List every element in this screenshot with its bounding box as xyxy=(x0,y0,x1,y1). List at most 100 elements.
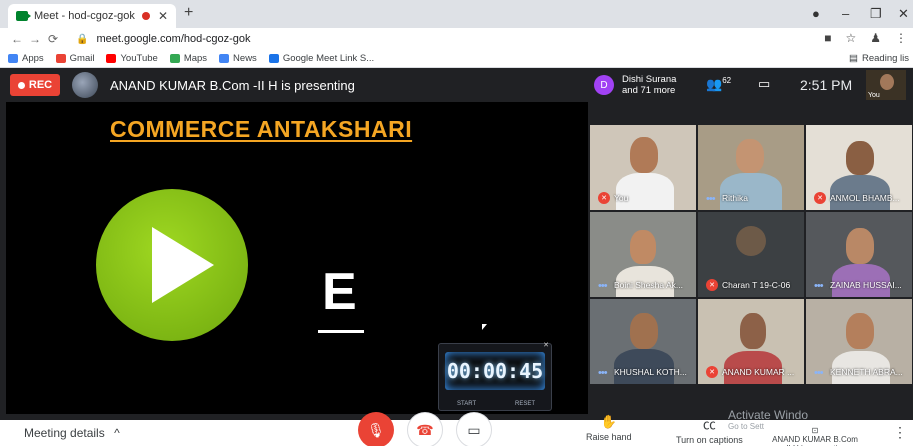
more-options-icon[interactable]: ⋮ xyxy=(893,424,907,441)
presenter-text: ANAND KUMAR B.Com -II H is presenting xyxy=(110,77,355,93)
bookmark-youtube[interactable]: YouTube xyxy=(106,53,158,64)
leave-call-button[interactable]: ☎ xyxy=(407,412,443,446)
minimize-icon[interactable]: – xyxy=(842,6,849,21)
slide-letter: E xyxy=(322,263,357,321)
participant-name: KHUSHAL KOTH... xyxy=(614,367,687,377)
chat-button[interactable]: ▭ xyxy=(758,76,770,92)
camera-permission-icon[interactable]: ■ xyxy=(824,31,831,45)
timer-reset-button[interactable]: RESET xyxy=(515,401,535,407)
participant-name: ANMOL BHAMB... xyxy=(830,193,900,203)
letter-underline xyxy=(318,330,364,333)
back-icon[interactable]: ← xyxy=(8,32,26,46)
menu-kebab-icon[interactable]: ⋮ xyxy=(895,31,907,45)
participant-face xyxy=(630,137,658,173)
camera-toggle-button[interactable]: ▭ xyxy=(456,412,492,446)
people-button[interactable]: 👥62 xyxy=(706,76,731,92)
hang-up-icon: ☎ xyxy=(416,421,434,438)
bookmark-gmail[interactable]: Gmail xyxy=(55,53,95,64)
bookmark-label: Gmail xyxy=(69,53,95,64)
close-tab-icon[interactable]: ✕ xyxy=(158,9,168,23)
reading-list-button[interactable]: ▤ Reading lis xyxy=(849,53,909,64)
self-view-label: You xyxy=(868,92,880,99)
meeting-details-button[interactable]: Meeting details ^ xyxy=(24,426,120,440)
raise-hand-button[interactable]: ✋ Raise hand xyxy=(586,414,632,442)
recording-badge[interactable]: REC xyxy=(10,74,60,96)
participant-name: Boini Shesha Ak... xyxy=(614,280,683,290)
camera-icon: ▭ xyxy=(467,421,481,438)
meet-link-icon xyxy=(268,54,279,63)
bookmark-news[interactable]: News xyxy=(219,53,257,64)
participant-tile[interactable]: ✕ ANAND KUMAR ... xyxy=(698,299,804,384)
forward-icon[interactable]: → xyxy=(26,32,44,46)
bookmark-label: News xyxy=(233,53,257,64)
reading-list-label: Reading lis xyxy=(862,53,909,64)
participant-tile[interactable]: ✕ You xyxy=(590,125,696,210)
participant-name: ZAINAB HUSSAI... xyxy=(830,280,902,290)
hand-icon: ✋ xyxy=(600,414,617,429)
youtube-icon xyxy=(106,54,117,63)
bookmark-label: Maps xyxy=(183,53,208,64)
speaking-indicator-icon: ••• xyxy=(598,367,608,379)
maximize-icon[interactable]: ❐ xyxy=(870,6,882,22)
participant-name: Rithika xyxy=(722,193,748,203)
participant-face xyxy=(740,313,766,349)
timer-start-button[interactable]: START xyxy=(457,401,476,407)
muted-mic-icon: ✕ xyxy=(814,192,826,204)
participant-name: ANAND KUMAR ... xyxy=(722,367,795,377)
timer-close-icon[interactable]: ✕ xyxy=(543,341,549,349)
participant-tile[interactable]: ••• ZAINAB HUSSAI... xyxy=(806,212,912,297)
presenter-avatar xyxy=(72,72,98,98)
bookmark-label: Apps xyxy=(22,53,44,64)
meeting-header: D Dishi Surana and 71 more 👥62 ▭ 2:51 PM… xyxy=(588,68,913,102)
extension-icon[interactable]: ♟ xyxy=(870,31,881,45)
speaking-indicator-icon: ••• xyxy=(598,280,608,292)
self-view-tile[interactable]: You xyxy=(866,70,906,100)
participant-tile[interactable]: ••• Boini Shesha Ak... xyxy=(590,212,696,297)
mouse-cursor-icon xyxy=(482,324,487,330)
muted-mic-icon: ✕ xyxy=(598,192,610,204)
participant-name: KENNETH ABRA... xyxy=(830,367,903,377)
speaking-indicator-icon: ••• xyxy=(814,280,824,292)
browser-tab[interactable]: Meet - hod-cgoz-gok ✕ xyxy=(8,4,176,28)
microphone-toggle-button[interactable]: 🎙 xyxy=(358,412,394,446)
participant-tile[interactable]: ••• KHUSHAL KOTH... xyxy=(590,299,696,384)
participant-face xyxy=(736,139,764,173)
news-icon xyxy=(219,54,230,63)
meet-favicon-icon xyxy=(16,11,31,21)
participant-tile[interactable]: ••• KENNETH ABRA... xyxy=(806,299,912,384)
chat-icon: ▭ xyxy=(758,76,771,91)
lock-icon[interactable]: 🔒 xyxy=(76,34,88,45)
bookmark-meet-link[interactable]: Google Meet Link S... xyxy=(268,53,375,64)
people-count: 62 xyxy=(722,76,732,85)
bookmark-apps[interactable]: Apps xyxy=(8,53,44,64)
bookmarks-bar: Apps Gmail YouTube Maps News Google Meet… xyxy=(0,50,913,68)
reload-icon[interactable]: ⟳ xyxy=(44,32,62,46)
participant-tile[interactable]: ✕ Charan T 19-C-06 xyxy=(698,212,804,297)
participant-name: Charan T 19-C-06 xyxy=(722,280,791,290)
meet-area: REC ANAND KUMAR B.Com -II H is presentin… xyxy=(0,68,913,446)
participant-name: You xyxy=(614,193,629,203)
bookmark-label: Google Meet Link S... xyxy=(282,53,375,64)
activate-windows-title: Activate Windo xyxy=(728,408,809,422)
maps-icon xyxy=(169,54,180,63)
countdown-timer: ✕ 00:00:45 START RESET xyxy=(438,341,552,411)
participant-tile[interactable]: ••• Rithika xyxy=(698,125,804,210)
speaking-indicator-icon: ••• xyxy=(814,367,824,379)
url-field[interactable]: meet.google.com/hod-cgoz-gok xyxy=(96,33,250,45)
profile-icon[interactable]: ● xyxy=(812,6,820,21)
new-tab-icon[interactable]: + xyxy=(184,4,193,22)
reading-list-icon: ▤ xyxy=(849,53,858,64)
bookmark-maps[interactable]: Maps xyxy=(169,53,208,64)
participant-tile[interactable]: ✕ ANMOL BHAMB... xyxy=(806,125,912,210)
close-window-icon[interactable]: ✕ xyxy=(898,6,909,22)
recording-dot-icon xyxy=(141,12,150,20)
gmail-icon xyxy=(55,54,66,63)
participant-face xyxy=(846,141,874,175)
present-screen-icon: ⊡ xyxy=(811,426,819,435)
speaking-indicator-icon: ••• xyxy=(706,193,716,205)
timer-display: 00:00:45 xyxy=(445,352,545,390)
presenting-indicator[interactable]: ⊡ ANAND KUMAR B.Com -II H is presenting xyxy=(770,426,860,446)
presentation-bar: REC ANAND KUMAR B.Com -II H is presentin… xyxy=(0,68,588,102)
participant-avatar-photo xyxy=(736,226,766,256)
bookmark-star-icon[interactable]: ☆ xyxy=(845,31,856,45)
